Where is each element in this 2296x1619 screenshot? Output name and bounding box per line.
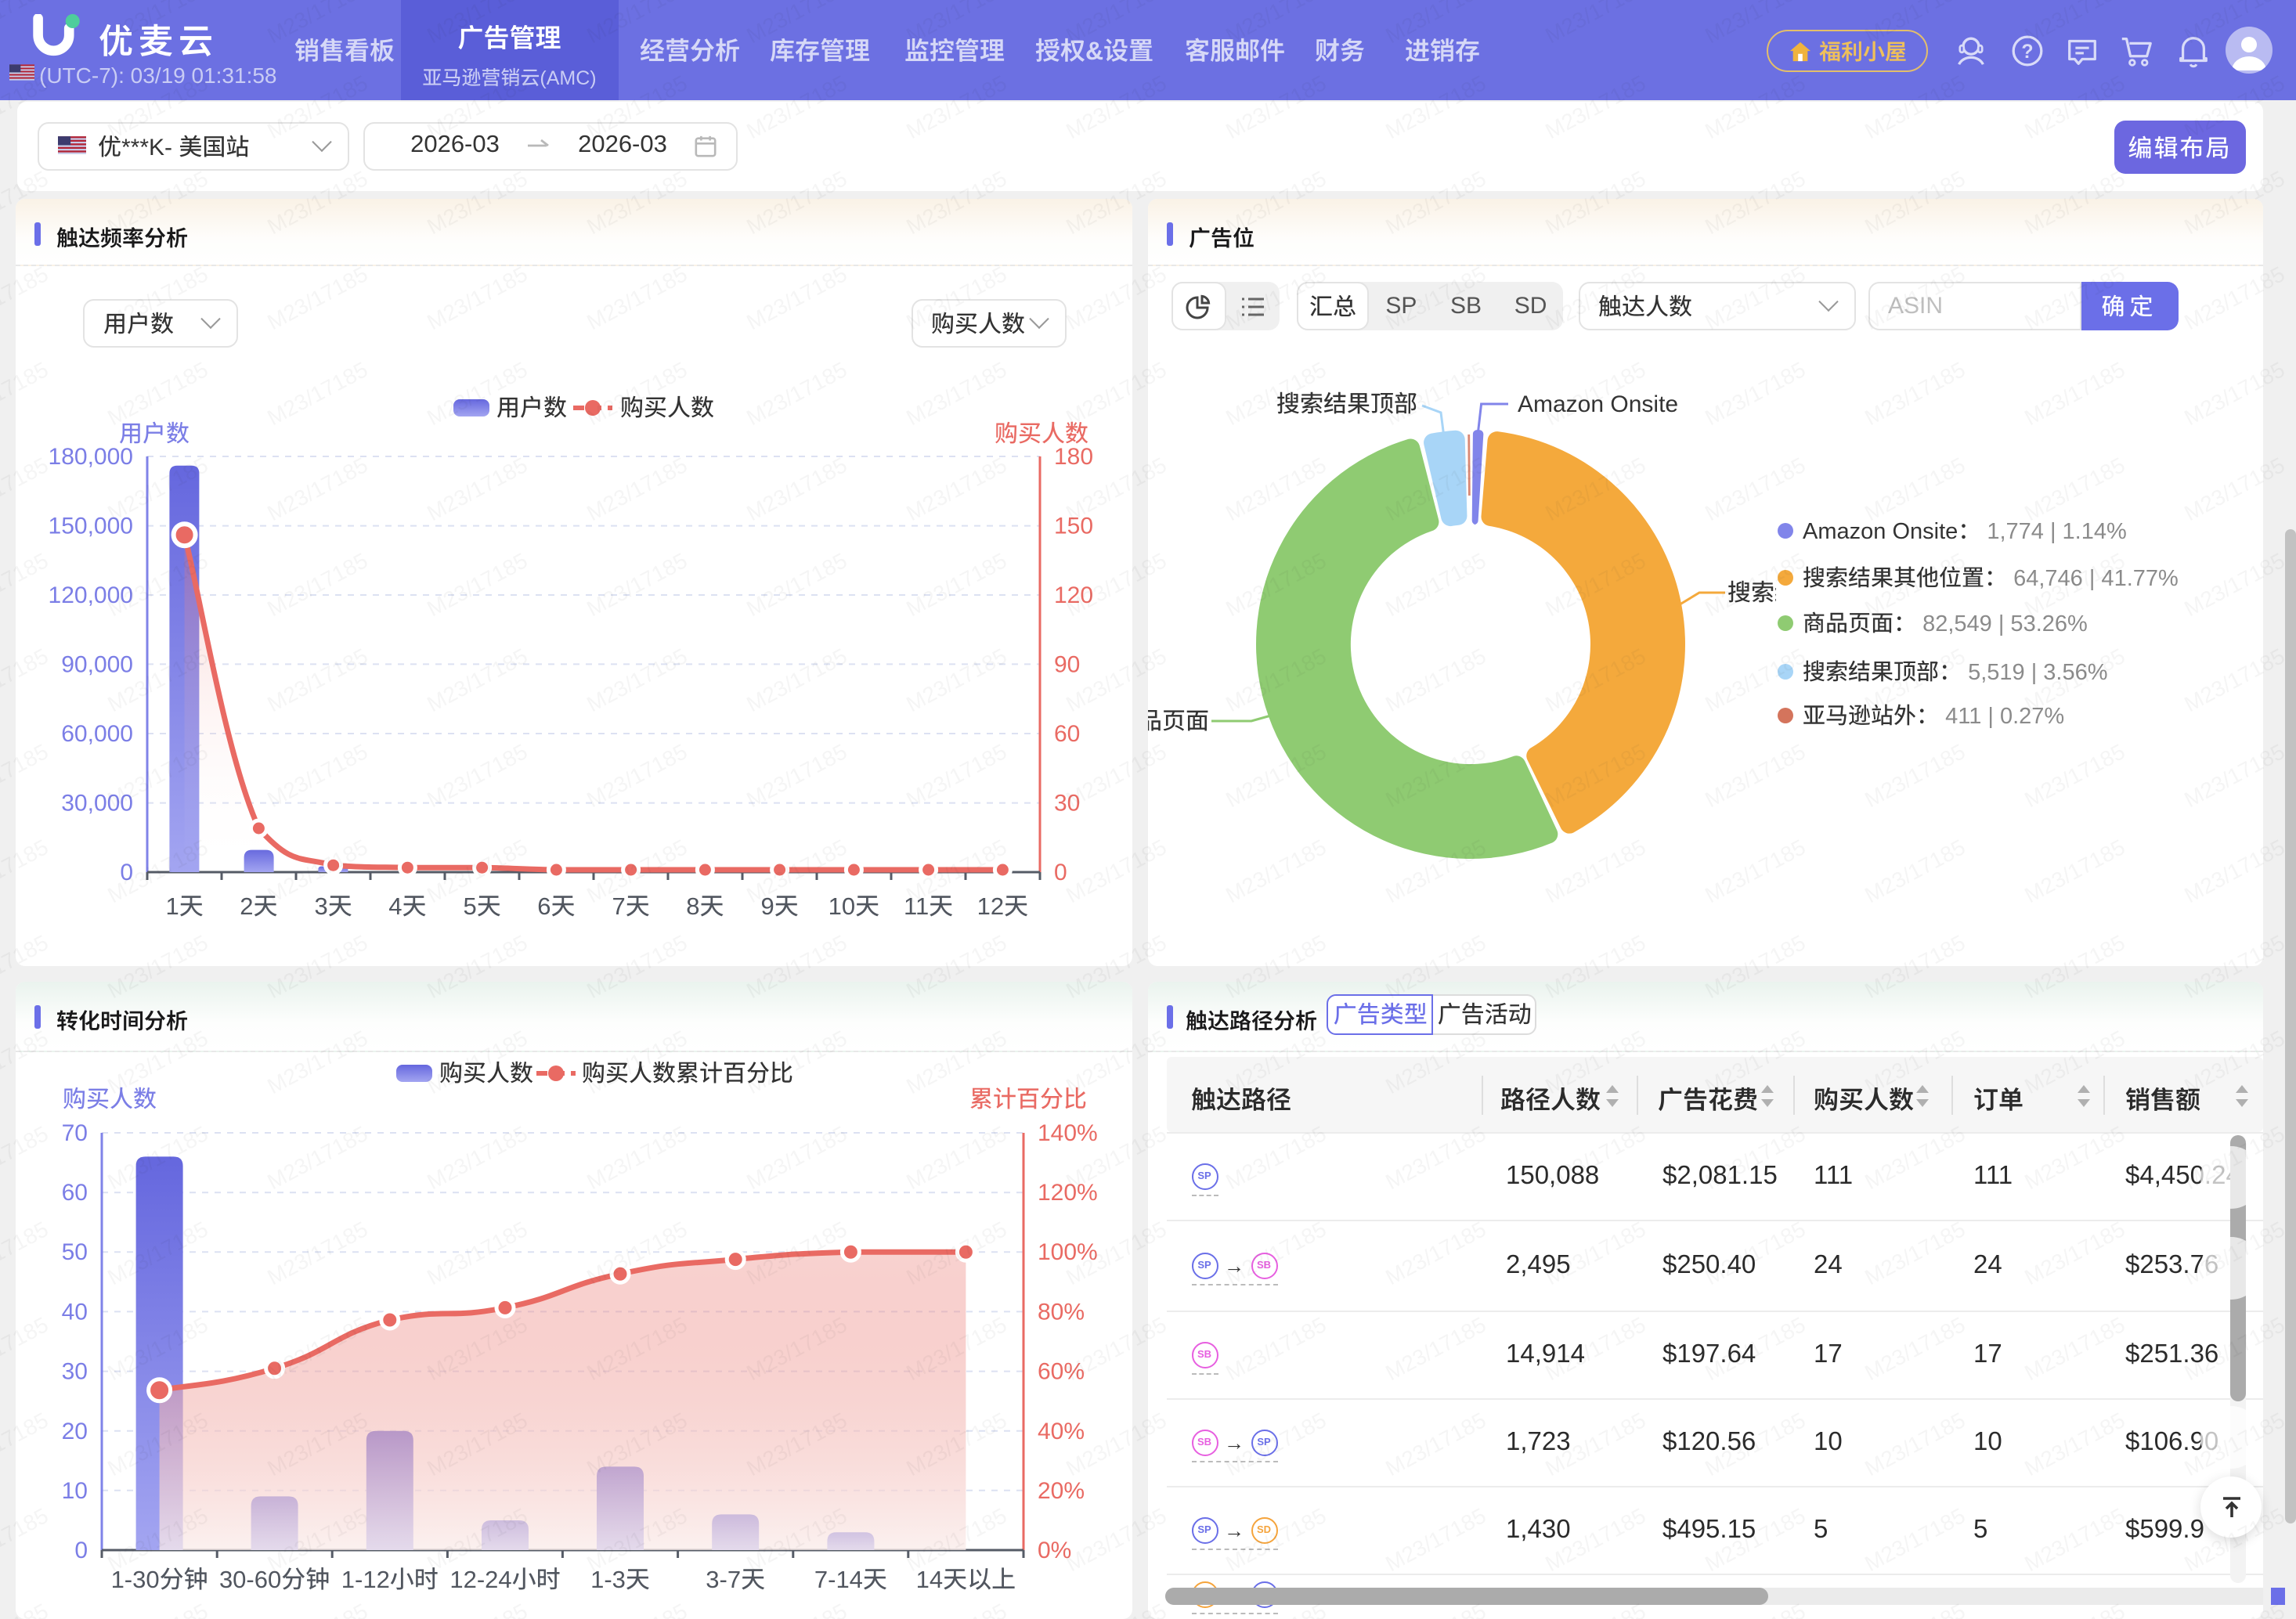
svg-text:1-12小时: 1-12小时: [341, 1565, 439, 1592]
svg-text:70: 70: [62, 1120, 88, 1145]
svg-text:30,000: 30,000: [61, 790, 133, 816]
svg-text:50: 50: [62, 1239, 88, 1264]
svg-text:10: 10: [62, 1477, 88, 1503]
svg-text:0: 0: [120, 859, 133, 885]
svg-text:120: 120: [1054, 582, 1093, 608]
svg-text:60%: 60%: [1038, 1358, 1085, 1384]
svg-text:1-30分钟: 1-30分钟: [111, 1565, 208, 1592]
svg-text:90: 90: [1054, 651, 1080, 676]
svg-text:12-24小时: 12-24小时: [449, 1565, 560, 1592]
svg-text:购买人数: 购买人数: [439, 1060, 533, 1086]
svg-text:7天: 7天: [612, 892, 649, 919]
svg-text:1天: 1天: [165, 892, 203, 919]
svg-text:20%: 20%: [1038, 1477, 1085, 1503]
svg-text:2天: 2天: [240, 892, 277, 919]
svg-text:60,000: 60,000: [61, 720, 133, 746]
svg-text:0: 0: [1054, 859, 1067, 885]
svg-text:30: 30: [1054, 790, 1080, 816]
svg-text:100%: 100%: [1038, 1239, 1098, 1264]
svg-text:7-14天: 7-14天: [814, 1565, 887, 1592]
svg-text:商品页面： 82,549 | 53.26%: 商品页面： 82,549 | 53.26%: [1803, 611, 2088, 636]
svg-text:60: 60: [62, 1179, 88, 1205]
svg-text:20: 20: [62, 1418, 88, 1444]
svg-text:30-60分钟: 30-60分钟: [219, 1565, 330, 1592]
svg-text:购买人数: 购买人数: [63, 1086, 157, 1112]
svg-text:品页面: 品页面: [1148, 708, 1209, 734]
svg-text:140%: 140%: [1038, 1120, 1098, 1145]
svg-text:购买人数累计百分比: 购买人数累计百分比: [582, 1060, 793, 1086]
svg-text:亚马逊站外： 411 | 0.27%: 亚马逊站外： 411 | 0.27%: [1803, 703, 2064, 728]
svg-text:搜索结果顶部: 搜索结果顶部: [1276, 391, 1417, 416]
svg-text:40: 40: [62, 1298, 88, 1324]
svg-text:120,000: 120,000: [49, 582, 133, 608]
svg-text:14天以上: 14天以上: [916, 1565, 1016, 1592]
svg-text:40%: 40%: [1038, 1418, 1085, 1444]
svg-text:累计百分比: 累计百分比: [969, 1086, 1087, 1112]
svg-text:30: 30: [62, 1358, 88, 1384]
svg-text:11天: 11天: [904, 892, 953, 919]
svg-text:180: 180: [1054, 443, 1093, 469]
svg-text:150: 150: [1054, 513, 1093, 539]
svg-text:150,000: 150,000: [49, 513, 133, 539]
svg-text:90,000: 90,000: [61, 651, 133, 676]
svg-text:180,000: 180,000: [49, 443, 133, 469]
svg-text:5天: 5天: [463, 892, 500, 919]
svg-text:4天: 4天: [388, 892, 426, 919]
svg-text:6天: 6天: [537, 892, 575, 919]
svg-text:8天: 8天: [686, 892, 724, 919]
svg-text:?: ?: [2021, 41, 2033, 63]
svg-text:搜索结果顶部： 5,519 | 3.56%: 搜索结果顶部： 5,519 | 3.56%: [1803, 659, 2108, 684]
svg-text:购买人数: 购买人数: [620, 395, 714, 420]
svg-text:9天: 9天: [760, 892, 798, 919]
svg-text:12天: 12天: [977, 892, 1028, 919]
svg-text:3天: 3天: [314, 892, 352, 919]
svg-text:1-3天: 1-3天: [590, 1565, 650, 1592]
svg-text:0%: 0%: [1038, 1537, 1071, 1563]
svg-text:Amazon Onsite: Amazon Onsite: [1518, 391, 1678, 416]
svg-text:60: 60: [1054, 720, 1080, 746]
svg-text:120%: 120%: [1038, 1179, 1098, 1205]
svg-text:搜索结果其他位置： 64,746 | 41.77%: 搜索结果其他位置： 64,746 | 41.77%: [1803, 565, 2179, 590]
svg-text:10天: 10天: [829, 892, 879, 919]
svg-text:Amazon Onsite： 1,774 | 1.14%: Amazon Onsite： 1,774 | 1.14%: [1803, 518, 2127, 543]
svg-text:80%: 80%: [1038, 1298, 1085, 1324]
svg-text:0: 0: [74, 1537, 88, 1563]
svg-text:用户数: 用户数: [496, 395, 567, 420]
svg-text:3-7天: 3-7天: [706, 1565, 765, 1592]
